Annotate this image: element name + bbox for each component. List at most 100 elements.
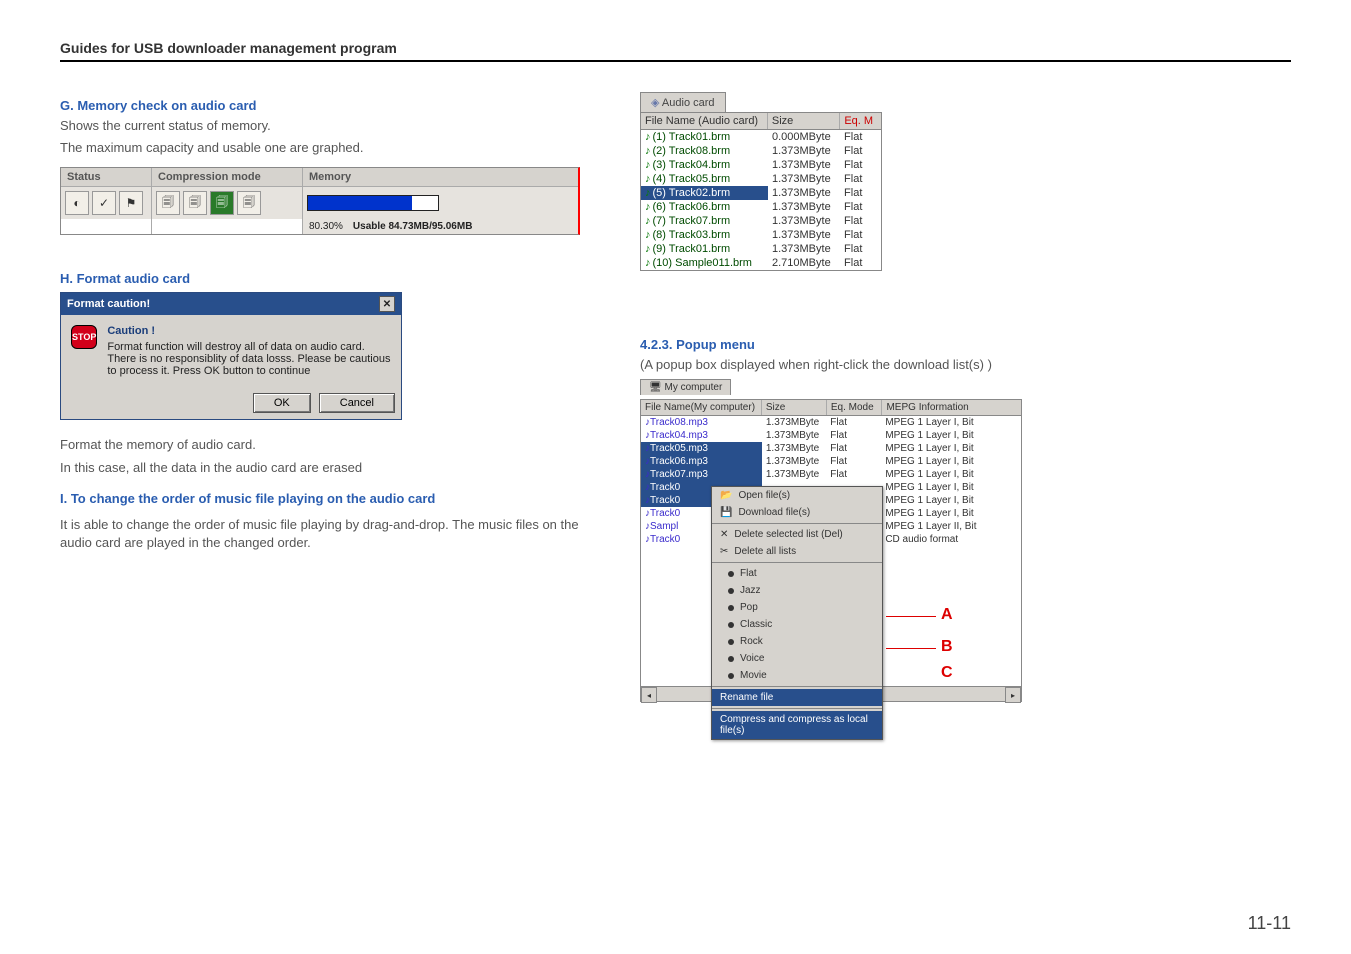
section-h-title: H. Format audio card	[60, 271, 580, 286]
note-icon: ♪	[645, 215, 651, 227]
eq-jazz[interactable]: Jazz	[712, 582, 882, 599]
eq-rock[interactable]: Rock	[712, 633, 882, 650]
memory-label: Memory	[303, 168, 578, 187]
stop-icon: STOP	[71, 325, 97, 349]
menu-delete-selected[interactable]: ✕Delete selected list (Del)	[712, 526, 882, 543]
caution-title: Caution !	[107, 325, 391, 337]
status-label: Status	[61, 168, 151, 187]
menu-open[interactable]: 📂Open file(s)	[712, 487, 882, 504]
pop-head-size[interactable]: Size	[762, 400, 827, 415]
note-icon: ♪	[645, 131, 651, 143]
bullet-icon	[728, 673, 734, 679]
scroll-left-icon[interactable]: ◂	[641, 687, 657, 703]
context-menu: 📂Open file(s) 💾Download file(s) ✕Delete …	[711, 486, 883, 740]
menu-rename[interactable]: Rename file	[712, 689, 882, 706]
list-item[interactable]: ♪Track04.mp31.373MByteFlatMPEG 1 Layer I…	[641, 429, 1021, 442]
pop-head-file[interactable]: File Name(My computer)	[641, 400, 762, 415]
caution-body: Format function will destroy all of data…	[107, 341, 391, 377]
note-icon: ♪	[645, 229, 651, 241]
note-icon: ♪	[645, 482, 650, 493]
section-h-after1: Format the memory of audio card.	[60, 436, 580, 454]
dialog-title-text: Format caution!	[67, 298, 150, 310]
table-row[interactable]: ♪(1) Track01.brm0.000MByteFlat	[641, 130, 881, 144]
memory-bar	[307, 195, 439, 211]
note-icon: ♪	[645, 430, 650, 441]
bullet-icon	[728, 571, 734, 577]
section-g-line1: Shows the current status of memory.	[60, 117, 580, 135]
bullet-icon	[728, 656, 734, 662]
ok-button[interactable]: OK	[253, 393, 311, 413]
note-icon: ♪	[645, 159, 651, 171]
col-size[interactable]: Size	[768, 113, 840, 129]
comp-icon-3-active[interactable]: 🗐	[210, 191, 234, 215]
status-icon-check[interactable]: ✓	[92, 191, 116, 215]
note-icon: ♪	[645, 187, 651, 199]
save-icon: 💾	[720, 507, 732, 518]
note-icon: ♪	[645, 534, 650, 545]
close-icon[interactable]: ✕	[379, 296, 395, 312]
cancel-button[interactable]: Cancel	[319, 393, 395, 413]
comp-icon-2[interactable]: 🗐	[183, 191, 207, 215]
table-row[interactable]: ♪(4) Track05.brm1.373MByteFlat	[641, 172, 881, 186]
col-file[interactable]: File Name (Audio card)	[641, 113, 768, 129]
note-icon: ♪	[645, 508, 650, 519]
section-g-line2: The maximum capacity and usable one are …	[60, 139, 580, 157]
my-computer-label: My computer	[664, 382, 722, 393]
open-icon: 📂	[720, 490, 732, 501]
table-row[interactable]: ♪(6) Track06.brm1.373MByteFlat	[641, 200, 881, 214]
eq-pop[interactable]: Pop	[712, 599, 882, 616]
memory-usable: Usable 84.73MB/95.06MB	[353, 221, 473, 232]
note-icon: ♪	[645, 145, 651, 157]
section-423-sub: (A popup box displayed when right-click …	[640, 356, 1200, 374]
eq-voice[interactable]: Voice	[712, 650, 882, 667]
audio-card-tab[interactable]: ◈ Audio card	[640, 92, 726, 112]
table-row[interactable]: ♪(9) Track01.brm1.373MByteFlat	[641, 242, 881, 256]
pop-head-info[interactable]: MEPG Information	[882, 400, 1021, 415]
list-item[interactable]: ♪Track05.mp31.373MByteFlatMPEG 1 Layer I…	[641, 442, 1021, 455]
eq-movie[interactable]: Movie	[712, 667, 882, 684]
menu-download[interactable]: 💾Download file(s)	[712, 504, 882, 521]
pop-head-eq[interactable]: Eq. Mode	[827, 400, 883, 415]
list-item[interactable]: ♪Track08.mp31.373MByteFlatMPEG 1 Layer I…	[641, 416, 1021, 429]
table-row[interactable]: ♪(5) Track02.brm1.373MByteFlat	[641, 186, 881, 200]
memory-panel: Status ◐ ✓ ⚑ Compression mode 🗐 🗐 🗐 🗐 Me…	[60, 167, 580, 235]
list-item[interactable]: ♪Track06.mp31.373MByteFlatMPEG 1 Layer I…	[641, 455, 1021, 468]
my-computer-tab[interactable]: 🖥 My computer	[640, 379, 731, 395]
scroll-right-icon[interactable]: ▸	[1005, 687, 1021, 703]
list-item[interactable]: ♪Track07.mp31.373MByteFlatMPEG 1 Layer I…	[641, 468, 1021, 481]
memory-percent: 80.30%	[309, 221, 343, 232]
col-eq[interactable]: Eq. M	[840, 113, 881, 129]
table-row[interactable]: ♪(2) Track08.brm1.373MByteFlat	[641, 144, 881, 158]
note-icon: ♪	[645, 417, 650, 428]
bullet-icon	[728, 639, 734, 645]
note-icon: ♪	[645, 201, 651, 213]
table-row[interactable]: ♪(3) Track04.brm1.373MByteFlat	[641, 158, 881, 172]
status-icon-spin[interactable]: ◐	[65, 191, 89, 215]
compression-label: Compression mode	[152, 168, 302, 187]
note-icon: ♪	[645, 443, 650, 454]
note-icon: ♪	[645, 521, 650, 532]
annotation-a: A	[941, 606, 953, 624]
comp-icon-1[interactable]: 🗐	[156, 191, 180, 215]
annotation-c: C	[941, 664, 953, 682]
note-icon: ♪	[645, 257, 651, 269]
table-row[interactable]: ♪(10) Sample011.brm2.710MByteFlat	[641, 256, 881, 270]
popup-panel: File Name(My computer) Size Eq. Mode MEP…	[640, 399, 1022, 702]
note-icon: ♪	[645, 456, 650, 467]
menu-delete-all[interactable]: ✂Delete all lists	[712, 543, 882, 560]
note-icon: ♪	[645, 243, 651, 255]
table-row[interactable]: ♪(7) Track07.brm1.373MByteFlat	[641, 214, 881, 228]
eq-classic[interactable]: Classic	[712, 616, 882, 633]
bullet-icon	[728, 622, 734, 628]
page-header: Guides for USB downloader management pro…	[60, 40, 1291, 62]
note-icon: ♪	[645, 173, 651, 185]
section-i-body: It is able to change the order of music …	[60, 516, 580, 552]
annotation-b: B	[941, 638, 953, 656]
table-row[interactable]: ♪(8) Track03.brm1.373MByteFlat	[641, 228, 881, 242]
menu-compress[interactable]: Compress and compress as local file(s)	[712, 711, 882, 739]
format-dialog: Format caution! ✕ STOP Caution ! Format …	[60, 292, 402, 420]
status-icon-flag[interactable]: ⚑	[119, 191, 143, 215]
section-h-after2: In this case, all the data in the audio …	[60, 459, 580, 477]
comp-icon-4[interactable]: 🗐	[237, 191, 261, 215]
eq-flat[interactable]: Flat	[712, 565, 882, 582]
